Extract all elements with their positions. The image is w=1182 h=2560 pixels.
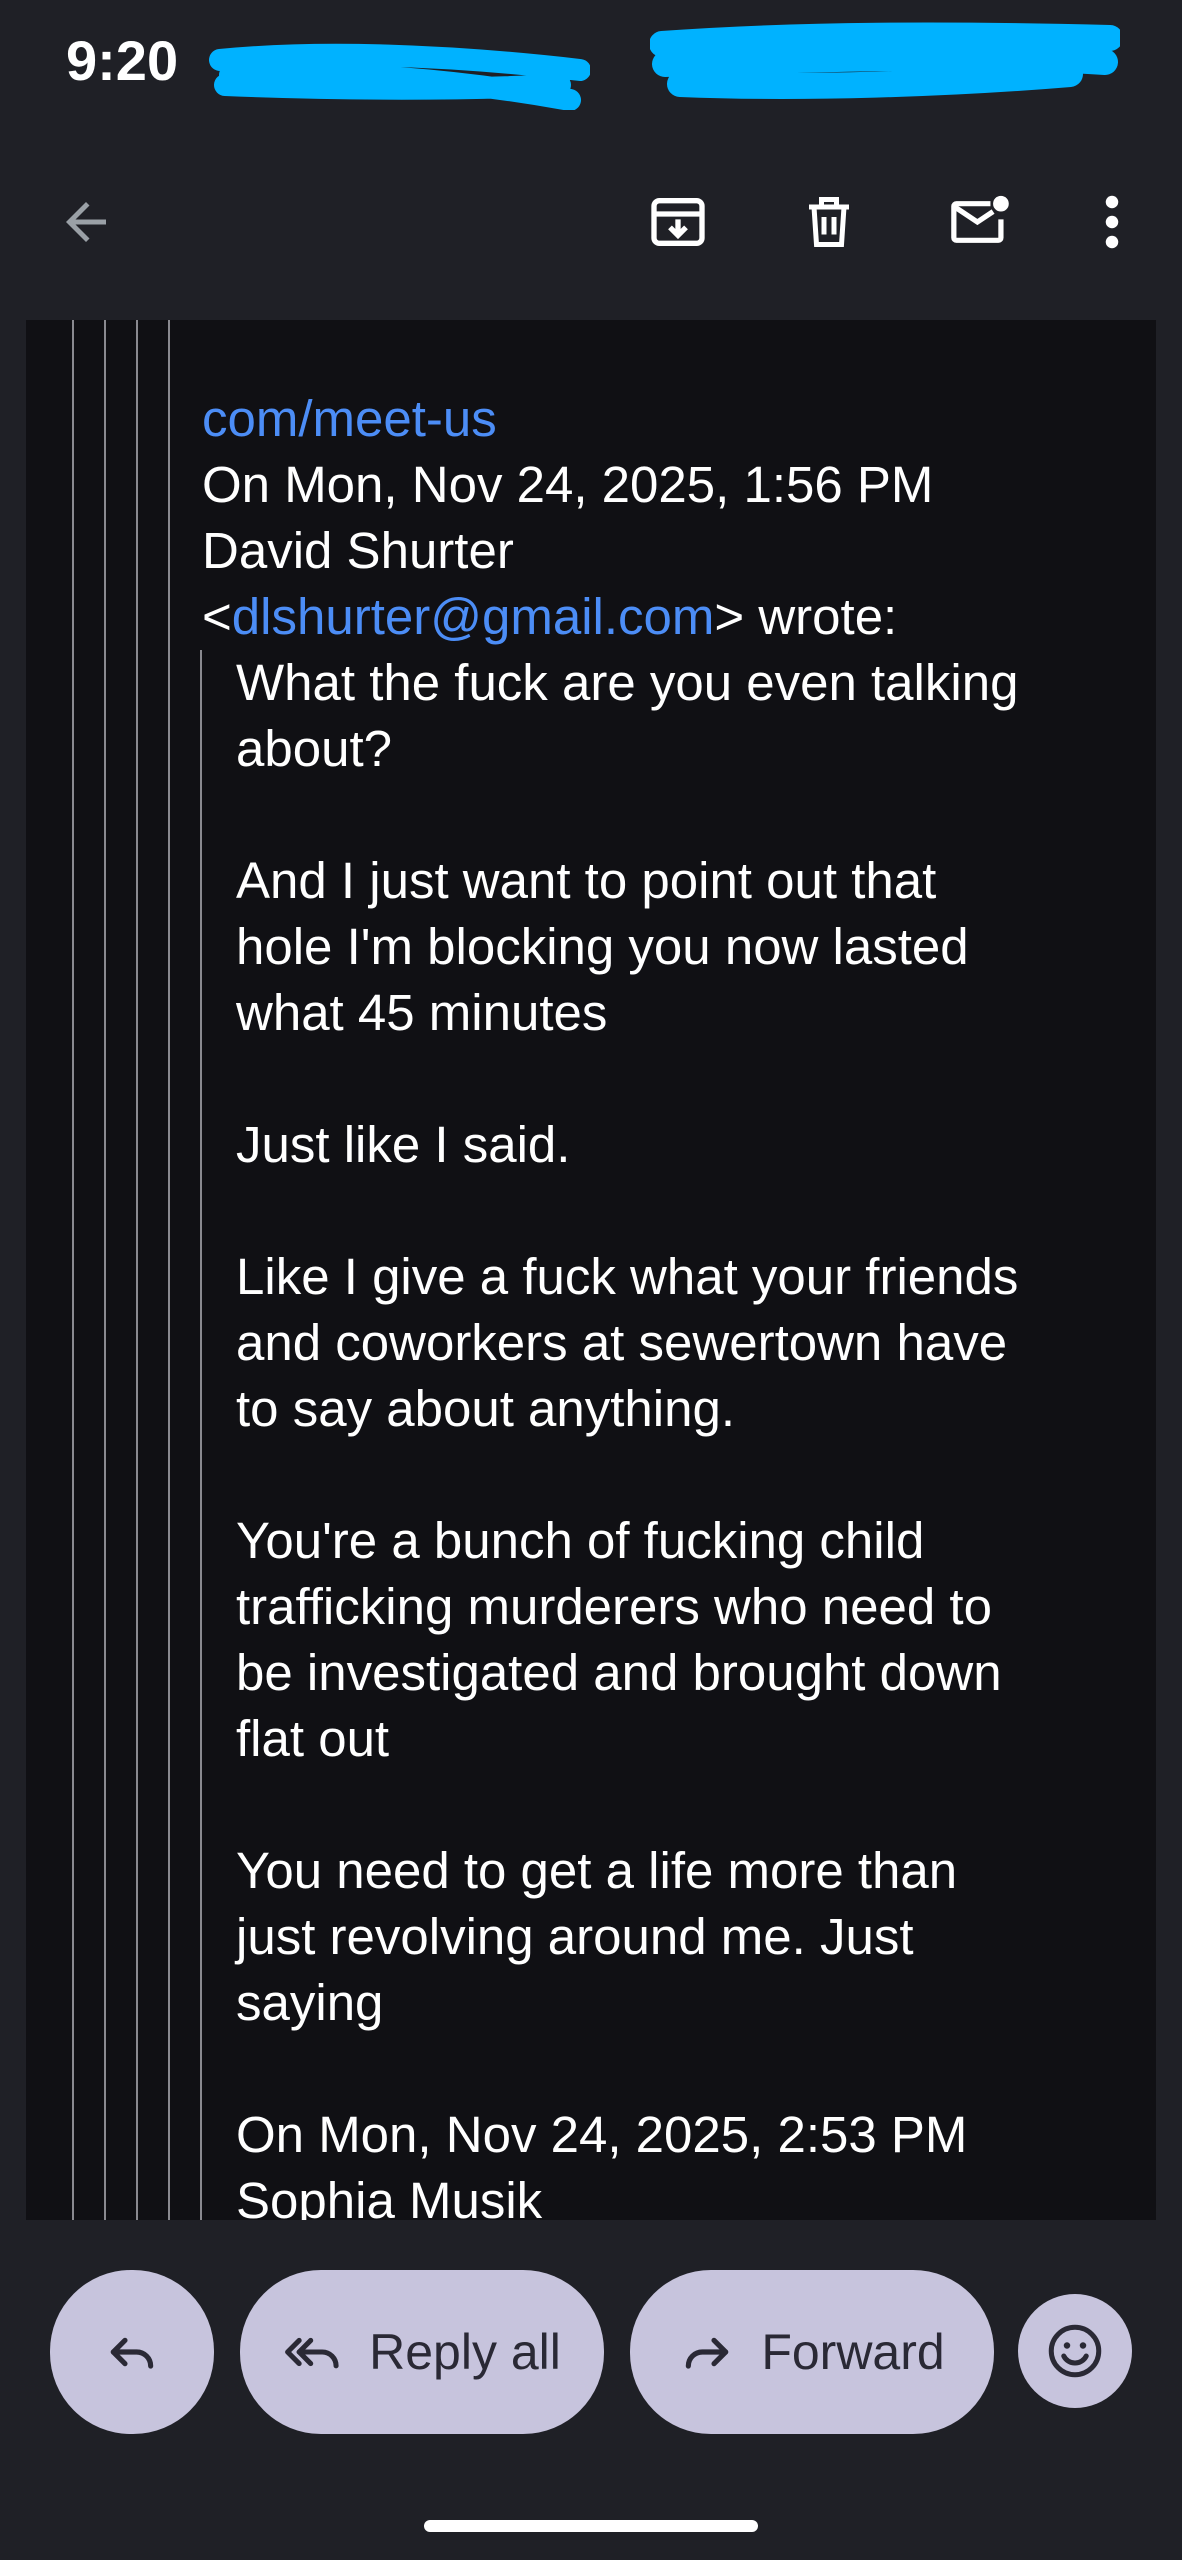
quote-header-wrote: > wrote: [714, 588, 898, 645]
emoji-reaction-button[interactable] [1018, 2294, 1132, 2408]
trash-icon[interactable] [787, 180, 871, 264]
quote-bar [168, 320, 170, 2220]
quoted-paragraph: And I just want to point out that hole I… [236, 852, 969, 1041]
next-quote-header: On Mon, Nov 24, 2025, 2:53 PM Sophia Mus… [236, 2102, 967, 2220]
mark-unread-icon[interactable] [938, 180, 1022, 264]
archive-icon[interactable] [636, 180, 720, 264]
forward-icon [686, 2337, 729, 2369]
quote-bar-inner [200, 650, 202, 2220]
emoji-icon [1048, 2324, 1102, 2378]
email-body: com/meet-us On Mon, Nov 24, 2025, 1:56 P… [26, 320, 1156, 2220]
sender-email-link[interactable]: dlshurter@gmail.com [232, 588, 715, 645]
reply-all-icon [285, 2337, 339, 2369]
quote-header-sender: David Shurter [202, 522, 514, 579]
meet-us-link-text[interactable]: com/meet-us [202, 390, 497, 447]
more-vert-icon[interactable] [1070, 180, 1154, 264]
reply-all-label: Reply all [369, 2324, 561, 2380]
status-time: 9:20 [66, 29, 179, 92]
quoted-paragraph: What the fuck are you even talking about… [236, 654, 1019, 777]
home-indicator[interactable] [424, 2520, 758, 2532]
next-quote-date: On Mon, Nov 24, 2025, 2:53 PM [236, 2106, 968, 2163]
quote-bar [136, 320, 138, 2220]
redaction-scribble-left [209, 43, 590, 110]
quoted-paragraph: You're a bunch of fucking child traffick… [236, 1512, 1002, 1767]
action-bar: Reply all Forward [0, 2220, 1182, 2560]
next-quote-sender: Sophia Musik [236, 2172, 543, 2220]
reply-all-button[interactable]: Reply all [240, 2270, 604, 2434]
reply-button[interactable] [50, 2270, 214, 2434]
quoted-paragraph: Just like I said. [236, 1116, 571, 1173]
quote-header: On Mon, Nov 24, 2025, 1:56 PM David Shur… [202, 452, 933, 650]
redaction-scribble-right [650, 22, 1120, 99]
quote-header-open: < [202, 588, 232, 645]
reply-icon [110, 2337, 154, 2369]
arrow-back-icon[interactable] [44, 180, 128, 264]
quoted-paragraph: Like I give a fuck what your friends and… [236, 1248, 1019, 1437]
forward-button[interactable]: Forward [630, 2270, 994, 2434]
meet-us-link[interactable]: com/meet-us [202, 320, 497, 452]
quote-header-date: On Mon, Nov 24, 2025, 1:56 PM [202, 456, 934, 513]
forward-label: Forward [761, 2324, 945, 2380]
email-toolbar [0, 150, 1182, 290]
quoted-paragraph: You need to get a life more than just re… [236, 1842, 958, 2031]
quote-bar [72, 320, 74, 2220]
quote-bar [104, 320, 106, 2220]
status-bar: 9:20 [0, 0, 1182, 120]
